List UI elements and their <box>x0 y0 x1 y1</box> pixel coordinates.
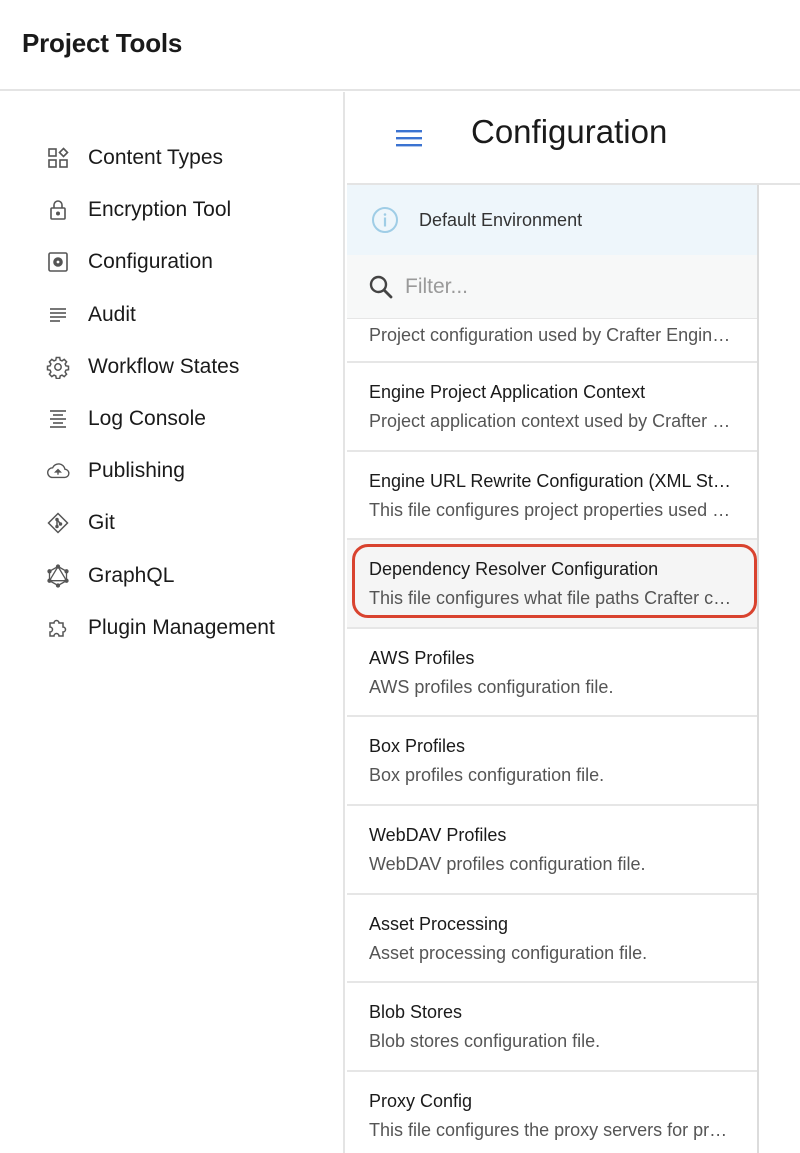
sidebar-item-workflow-states[interactable]: Workflow States <box>0 341 343 393</box>
item-title: Box Profiles <box>369 736 466 757</box>
item-title: AWS Profiles <box>369 647 475 668</box>
sidebar-item-encryption-tool[interactable]: Encryption Tool <box>0 184 343 236</box>
sidebar-item-label: Workflow States <box>88 354 240 378</box>
cloud-upload-icon <box>45 458 71 484</box>
item-title: WebDAV Profiles <box>369 824 507 845</box>
graphql-icon <box>45 563 71 589</box>
configuration-list-panel: Default Environment Project configuratio… <box>347 185 759 1153</box>
sidebar-item-label: Log Console <box>88 407 206 431</box>
lock-icon <box>45 197 71 223</box>
item-description: WebDAV profiles configuration file. <box>369 853 646 874</box>
item-title: Engine Project Application Context <box>369 382 646 402</box>
sidebar-item-configuration[interactable]: Configuration <box>0 236 343 288</box>
top-header: Project Tools <box>0 0 800 91</box>
content-types-icon <box>45 145 71 171</box>
filter-input[interactable] <box>405 274 735 299</box>
list-item[interactable]: Project configuration used by Crafter En… <box>347 319 757 363</box>
filter-bar <box>347 255 757 319</box>
menu-toggle-button[interactable] <box>387 120 431 156</box>
item-title: Engine URL Rewrite Configuration (XML St… <box>369 470 737 491</box>
align-center-icon <box>45 406 71 432</box>
sidebar: Content Types Encryption Tool Configurat… <box>0 92 345 1153</box>
list-item[interactable]: Proxy Config This file configures the pr… <box>347 1071 757 1153</box>
sidebar-item-publishing[interactable]: Publishing <box>0 445 343 497</box>
item-description: This file configures the proxy servers f… <box>369 1119 737 1140</box>
gear-icon <box>45 354 71 380</box>
sidebar-item-plugin-management[interactable]: Plugin Management <box>0 602 343 654</box>
settings-box-icon <box>45 249 71 275</box>
item-description: Asset processing configuration file. <box>369 942 648 963</box>
sidebar-item-label: Publishing <box>88 459 185 483</box>
sidebar-item-content-types[interactable]: Content Types <box>0 132 343 184</box>
item-description: Blob stores configuration file. <box>369 1031 601 1052</box>
list-item[interactable]: AWS Profiles AWS profiles configuration … <box>347 628 757 718</box>
sidebar-item-label: Encryption Tool <box>88 198 232 222</box>
list-item[interactable]: Asset Processing Asset processing config… <box>347 894 757 984</box>
item-title: Asset Processing <box>369 913 509 934</box>
sidebar-nav: Content Types Encryption Tool Configurat… <box>0 132 343 654</box>
sidebar-item-label: Content Types <box>88 146 224 170</box>
item-description: Box profiles configuration file. <box>369 765 605 786</box>
sidebar-item-graphql[interactable]: GraphQL <box>0 550 343 602</box>
list-item[interactable]: Engine Project Application Context Proje… <box>347 363 757 452</box>
environment-label: Default Environment <box>419 209 583 230</box>
page-title: Project Tools <box>22 28 183 58</box>
main-title: Configuration <box>471 113 668 150</box>
item-description: This file configures what file paths Cra… <box>369 588 737 609</box>
list-item[interactable]: WebDAV Profiles WebDAV profiles configur… <box>347 805 757 895</box>
item-description: AWS profiles configuration file. <box>369 676 614 697</box>
sidebar-item-label: Configuration <box>88 250 213 274</box>
item-title: Proxy Config <box>369 1090 473 1111</box>
list-item[interactable]: Engine URL Rewrite Configuration (XML St… <box>347 451 757 541</box>
sidebar-item-label: Audit <box>88 302 136 326</box>
item-description: Project application context used by Craf… <box>369 411 737 431</box>
sidebar-item-label: Plugin Management <box>88 615 275 639</box>
item-description: Project configuration used by Crafter En… <box>369 325 737 345</box>
list-item[interactable]: Blob Stores Blob stores configuration fi… <box>347 983 757 1072</box>
sidebar-item-log-console[interactable]: Log Console <box>0 393 343 445</box>
puzzle-icon <box>45 615 71 641</box>
main-content: Configuration Default Environment Projec… <box>347 92 800 1153</box>
info-icon <box>372 207 398 233</box>
list-item[interactable]: Box Profiles Box profiles configuration … <box>347 717 757 806</box>
configuration-list: Project configuration used by Crafter En… <box>347 319 757 1153</box>
sidebar-item-label: Git <box>88 511 115 535</box>
git-icon <box>45 510 71 536</box>
list-icon <box>45 302 71 328</box>
sidebar-item-git[interactable]: Git <box>0 497 343 549</box>
hamburger-menu-icon <box>396 130 422 147</box>
search-icon <box>369 275 393 298</box>
list-item-selected[interactable]: Dependency Resolver Configuration This f… <box>347 540 757 629</box>
item-description: This file configures project properties … <box>369 499 737 520</box>
sidebar-item-label: GraphQL <box>88 563 175 587</box>
item-title: Dependency Resolver Configuration <box>369 559 659 580</box>
sidebar-item-audit[interactable]: Audit <box>0 289 343 341</box>
item-title: Blob Stores <box>369 1002 463 1023</box>
main-header: Configuration <box>347 92 800 185</box>
environment-banner: Default Environment <box>347 185 757 255</box>
